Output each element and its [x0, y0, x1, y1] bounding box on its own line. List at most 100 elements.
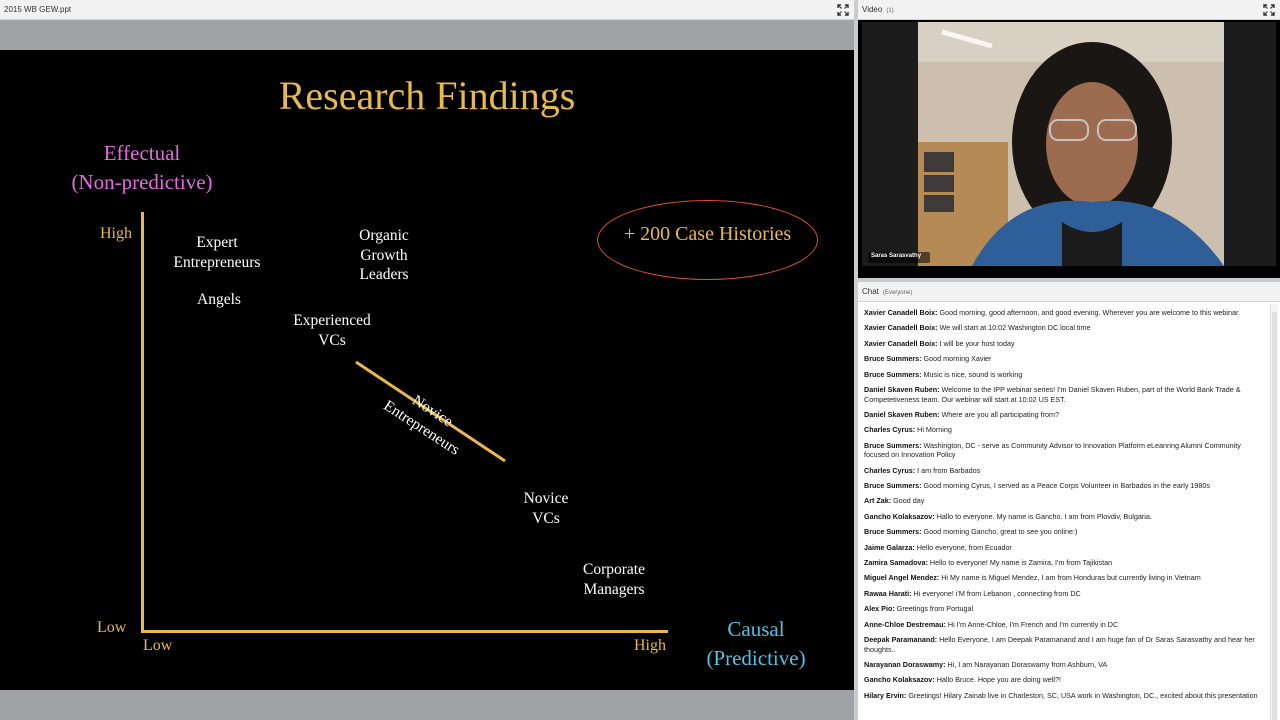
- chat-message-sender: Zamira Samadova:: [864, 558, 928, 568]
- video-pod-titlebar: Video (1): [858, 0, 1280, 20]
- chat-message: Gancho Kolaksazov: Hallo to everyone. My…: [864, 512, 1264, 522]
- chat-message: Daniel Skaven Ruben: Where are you all p…: [864, 410, 1264, 420]
- chat-message-text: Hi Morning: [917, 425, 952, 435]
- chat-message-text: Hallo Bruce. Hope you are doing well?!: [936, 675, 1061, 685]
- chat-message-sender: Xavier Canadell Boix:: [864, 323, 938, 333]
- y-low-label: Low: [97, 619, 127, 636]
- x-high-label: High: [634, 637, 666, 654]
- chat-message-sender: Jaime Galarza:: [864, 542, 915, 552]
- slide: Research Findings Effectual (Non-predict…: [0, 50, 854, 690]
- chat-message: Xavier Canadell Boix: Good morning, good…: [864, 308, 1264, 318]
- speaker-video-image: [862, 22, 1276, 266]
- maximize-icon[interactable]: [837, 4, 849, 16]
- chat-message-text: Hi, I am Narayanan Doraswamy from Ashbur…: [947, 659, 1108, 669]
- chat-pod: Chat (Everyone) Xavier Canadell Boix: Goo…: [858, 282, 1280, 720]
- chat-message: Miguel Angel Mendez: Hi My name is Migue…: [864, 573, 1264, 583]
- chat-message-text: Greetings! Hilary Zainab live in Charles…: [908, 690, 1258, 700]
- chat-message: Hilary Ervin: Greetings! Hilary Zainab l…: [864, 691, 1264, 701]
- chat-message-sender: Narayanan Doraswamy:: [864, 659, 946, 669]
- y-high-label: High: [100, 225, 132, 242]
- chat-message-sender: Charles Cyrus:: [864, 425, 916, 435]
- chat-message: Charles Cyrus: Hi Morning: [864, 425, 1264, 435]
- chat-message-text: I will be your host today: [939, 338, 1015, 348]
- axes: [141, 212, 668, 633]
- chat-message-text: Good morning, good afternoon, and good e…: [939, 308, 1240, 317]
- chat-message-sender: Daniel Skaven Ruben:: [864, 384, 940, 394]
- chat-message: Deepak Paramanand: Hello Everyone, I am …: [864, 635, 1264, 654]
- chat-message-text: Good morning Cyrus, I served as a Peace …: [923, 481, 1210, 491]
- chat-message-text: Good morning Gancho, great to see you on…: [923, 527, 1078, 537]
- label-organic-growth-leaders: Organic Growth Leaders: [359, 227, 409, 283]
- share-bottom-bar: [0, 690, 854, 720]
- video-pod: Video (1) Saras Sarasvathy: [858, 0, 1280, 278]
- chat-message: Bruce Summers: Music is nice, sound is w…: [864, 370, 1264, 380]
- chat-message-sender: Gancho Kolaksazov:: [864, 511, 935, 521]
- x-low-label: Low: [143, 637, 173, 654]
- chat-message: Xavier Canadell Boix: I will be your hos…: [864, 339, 1264, 349]
- label-expert-entrepreneurs: Expert Entrepreneurs: [173, 234, 261, 271]
- chat-message-sender: Art Zak:: [864, 496, 892, 506]
- chat-message: Art Zak: Good day: [864, 496, 1264, 506]
- chat-message-sender: Bruce Summers:: [864, 440, 922, 450]
- chat-message: Bruce Summers: Good morning Xavier: [864, 354, 1264, 364]
- chat-message-list[interactable]: Xavier Canadell Boix: Good morning, good…: [858, 304, 1268, 720]
- chat-message-text: Hallo to everyone. My name is Gancho. I …: [936, 511, 1152, 521]
- chat-message-sender: Miguel Angel Mendez:: [864, 573, 940, 583]
- chat-message-text: Hello everyone, from Ecuador: [916, 542, 1012, 552]
- chat-message-sender: Bruce Summers:: [864, 369, 922, 379]
- chat-pod-title: Chat: [862, 287, 879, 296]
- chat-message: Rawaa Harati: Hi everyone! i'M from Leba…: [864, 589, 1264, 599]
- label-experienced-vcs: Experienced VCs: [293, 312, 371, 349]
- chat-message: Zamira Samadova: Hello to everyone! My n…: [864, 558, 1264, 568]
- share-pod-title: 2015 WB GEW.ppt: [4, 5, 72, 14]
- chat-message-text: Good day: [893, 496, 925, 506]
- chat-message: Daniel Skaven Ruben: Welcome to the IPP …: [864, 385, 1264, 404]
- chat-message: Jaime Galarza: Hello everyone, from Ecua…: [864, 543, 1264, 553]
- chat-message-text: We will start at 10:02 Washington DC loc…: [939, 323, 1091, 333]
- chat-message-text: Hi everyone! i'M from Lebanon , connecti…: [913, 588, 1081, 598]
- video-count: (1): [886, 8, 894, 14]
- chat-message-sender: Anne-Chloe Destremau:: [864, 619, 946, 629]
- chat-message-text: Music is nice, sound is working: [923, 369, 1023, 379]
- chat-message: Bruce Summers: Good morning Cyrus, I ser…: [864, 481, 1264, 491]
- chat-message-sender: Bruce Summers:: [864, 481, 922, 491]
- label-corporate-managers: Corporate Managers: [583, 561, 645, 598]
- chat-message: Anne-Chloe Destremau: Hi I'm Anne-Chloe,…: [864, 620, 1264, 630]
- video-pod-title: Video: [862, 5, 883, 14]
- chat-message: Charles Cyrus: I am from Barbados: [864, 466, 1264, 476]
- share-pod: 2015 WB GEW.ppt Research Findings Effect…: [0, 0, 854, 720]
- video-feed[interactable]: Saras Sarasvathy: [862, 22, 1276, 266]
- chat-message-text: Hi My name is Miguel Mendez, I am from H…: [941, 573, 1201, 583]
- chat-message-sender: Gancho Kolaksazov:: [864, 675, 935, 685]
- x-axis-title-line1: Causal: [727, 617, 785, 641]
- case-histories-label: + 200 Case Histories: [623, 223, 792, 245]
- chat-message-text: I am from Barbados: [917, 465, 981, 475]
- chat-message: Bruce Summers: Good morning Gancho, grea…: [864, 527, 1264, 537]
- maximize-icon[interactable]: [1263, 4, 1275, 16]
- chat-message-text: Hi I'm Anne-Chloe, I'm French and I'm cu…: [947, 619, 1119, 629]
- chat-message: Xavier Canadell Boix: We will start at 1…: [864, 323, 1264, 333]
- chat-message-text: Good morning Xavier: [923, 354, 992, 364]
- chat-message-text: Greetings from Portugal: [896, 604, 974, 614]
- chat-audience[interactable]: (Everyone): [883, 290, 912, 296]
- share-toolbar: [0, 20, 854, 50]
- chat-message: Gancho Kolaksazov: Hallo Bruce. Hope you…: [864, 675, 1264, 685]
- share-pod-titlebar: 2015 WB GEW.ppt: [0, 0, 854, 20]
- chat-message-sender: Hilary Ervin:: [864, 690, 907, 700]
- chat-scrollbar-thumb[interactable]: [1272, 312, 1277, 720]
- chat-message-sender: Daniel Skaven Ruben:: [864, 409, 940, 419]
- chat-message-sender: Bruce Summers:: [864, 527, 922, 537]
- speaker-name-label: Saras Sarasvathy: [871, 253, 922, 259]
- chat-message-sender: Xavier Canadell Boix:: [864, 308, 938, 317]
- label-novice-vcs: Novice VCs: [523, 490, 569, 527]
- chat-message-sender: Charles Cyrus:: [864, 465, 916, 475]
- label-angels: Angels: [197, 291, 241, 308]
- chat-message-text: Where are you all participating from?: [941, 409, 1059, 419]
- chat-message-sender: Rawaa Harati:: [864, 588, 912, 598]
- chat-message-sender: Alex Pio:: [864, 604, 895, 614]
- chat-pod-titlebar: Chat (Everyone): [858, 282, 1280, 302]
- chat-message-text: Hello to everyone! My name is Zamira, I'…: [929, 558, 1113, 568]
- chat-message-sender: Deepak Paramanand:: [864, 635, 938, 644]
- chat-message-sender: Xavier Canadell Boix:: [864, 338, 938, 348]
- chat-scrollbar[interactable]: [1270, 304, 1278, 720]
